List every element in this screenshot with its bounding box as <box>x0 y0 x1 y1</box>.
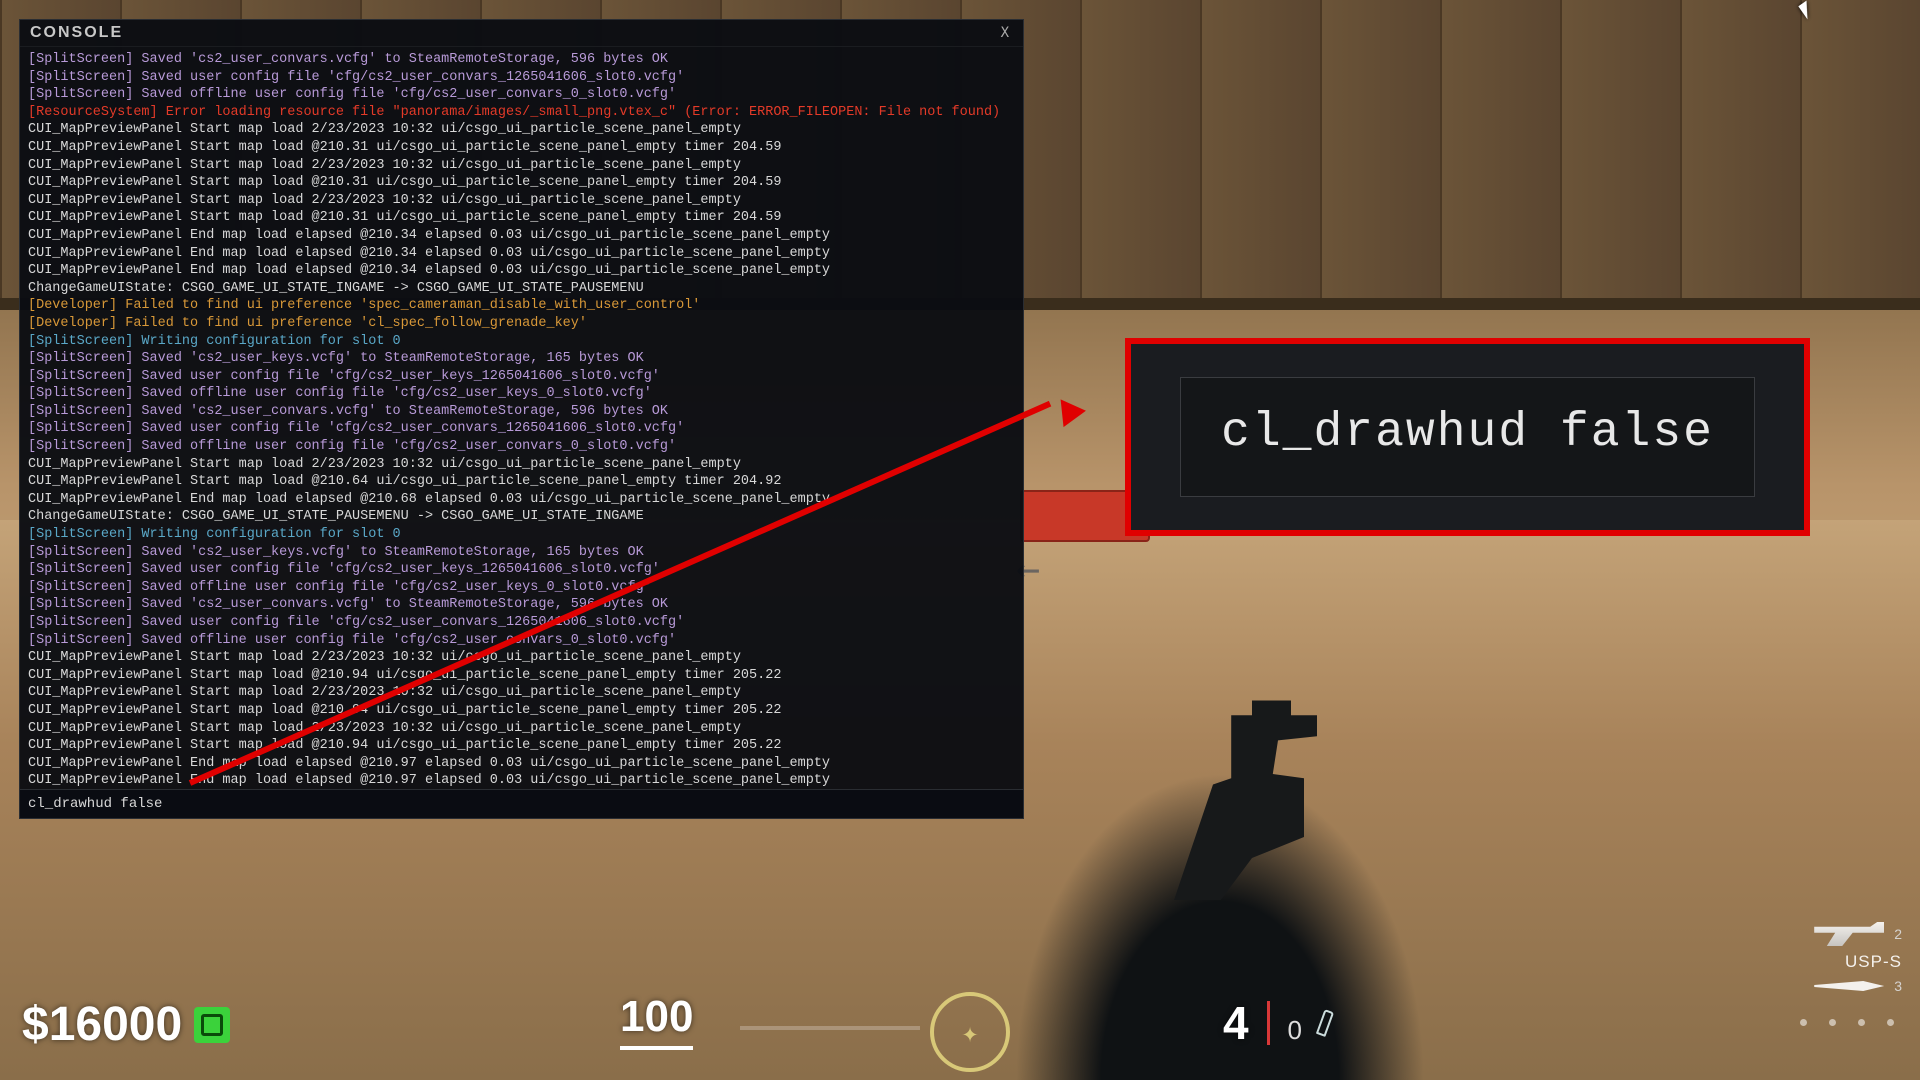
console-log-line: CUI_MapPreviewPanel End map load elapsed… <box>28 245 1015 263</box>
console-log-line: CUI_MapPreviewPanel End map load elapsed… <box>28 772 1015 789</box>
console-input-row <box>20 789 1023 818</box>
console-log-line: [SplitScreen] Saved 'cs2_user_convars.vc… <box>28 403 1015 421</box>
annotation-zoom-text: cl_drawhud false <box>1180 377 1755 497</box>
console-log-line: CUI_MapPreviewPanel End map load elapsed… <box>28 755 1015 773</box>
hud-team-emblem-icon: ✦ <box>930 992 1010 1072</box>
annotation-arrow-head-icon <box>1061 397 1088 427</box>
console-log-line: ChangeGameUIState: CSGO_GAME_UI_STATE_IN… <box>28 280 1015 298</box>
annotation-zoom-box: cl_drawhud false <box>1125 338 1810 536</box>
console-log-line: CUI_MapPreviewPanel Start map load 2/23/… <box>28 649 1015 667</box>
console-log-line: CUI_MapPreviewPanel Start map load @210.… <box>28 737 1015 755</box>
hud-health-value: 100 <box>620 992 693 1050</box>
hud-round-progress-dots <box>1800 1019 1894 1026</box>
console-log-line: [SplitScreen] Writing configuration for … <box>28 526 1015 544</box>
hud-ammo-reserve: 0 <box>1288 1015 1302 1046</box>
console-title: CONSOLE <box>30 24 123 42</box>
dot-icon <box>1858 1019 1865 1026</box>
console-log-line: CUI_MapPreviewPanel Start map load @210.… <box>28 667 1015 685</box>
console-log-line: CUI_MapPreviewPanel Start map load 2/23/… <box>28 456 1015 474</box>
weapon-name-row: USP-S <box>1742 952 1902 972</box>
console-log-line: CUI_MapPreviewPanel End map load elapsed… <box>28 491 1015 509</box>
console-command-input[interactable] <box>20 790 1023 818</box>
viewmodel-hands <box>980 720 1460 1080</box>
console-log-line: CUI_MapPreviewPanel Start map load 2/23/… <box>28 720 1015 738</box>
developer-console: CONSOLE X [SplitScreen] Saved 'cs2_user_… <box>19 19 1024 819</box>
dot-icon <box>1800 1019 1807 1026</box>
console-log-line: CUI_MapPreviewPanel Start map load @210.… <box>28 702 1015 720</box>
console-log-line: [Developer] Failed to find ui preference… <box>28 297 1015 315</box>
console-log-line: [SplitScreen] Saved 'cs2_user_keys.vcfg'… <box>28 350 1015 368</box>
console-log-output[interactable]: [SplitScreen] Saved 'cs2_user_convars.vc… <box>20 47 1023 789</box>
console-log-line: CUI_MapPreviewPanel Start map load 2/23/… <box>28 192 1015 210</box>
hud-weapon-list: 2 USP-S 3 <box>1742 922 1902 1000</box>
console-log-line: [SplitScreen] Saved user config file 'cf… <box>28 420 1015 438</box>
hud-money-value: $16000 <box>22 997 182 1052</box>
console-log-line: CUI_MapPreviewPanel Start map load 2/23/… <box>28 684 1015 702</box>
weapon-slot-pistol: 2 <box>1742 922 1902 946</box>
console-titlebar[interactable]: CONSOLE X <box>20 20 1023 47</box>
dot-icon <box>1887 1019 1894 1026</box>
hud-money: $16000 <box>22 997 230 1052</box>
console-log-line: [SplitScreen] Saved offline user config … <box>28 86 1015 104</box>
console-log-line: CUI_MapPreviewPanel Start map load @210.… <box>28 209 1015 227</box>
console-log-line: [SplitScreen] Saved user config file 'cf… <box>28 561 1015 579</box>
console-log-line: [SplitScreen] Saved user config file 'cf… <box>28 368 1015 386</box>
console-log-line: ChangeGameUIState: CSGO_GAME_UI_STATE_PA… <box>28 508 1015 526</box>
buy-menu-icon <box>194 1007 230 1043</box>
weapon-name-label: USP-S <box>1845 952 1902 972</box>
weapon-slot-number: 3 <box>1894 978 1902 994</box>
console-log-line: [SplitScreen] Writing configuration for … <box>28 333 1015 351</box>
console-log-line: [SplitScreen] Saved offline user config … <box>28 385 1015 403</box>
hud-ammo-divider <box>1267 1001 1270 1045</box>
console-log-line: [ResourceSystem] Error loading resource … <box>28 104 1015 122</box>
console-log-line: [SplitScreen] Saved 'cs2_user_convars.vc… <box>28 51 1015 69</box>
console-log-line: [SplitScreen] Saved 'cs2_user_convars.vc… <box>28 596 1015 614</box>
console-log-line: CUI_MapPreviewPanel Start map load @210.… <box>28 174 1015 192</box>
weapon-slot-knife: 3 <box>1742 978 1902 994</box>
console-log-line: CUI_MapPreviewPanel End map load elapsed… <box>28 262 1015 280</box>
hud-ammo-clip: 4 <box>1223 996 1249 1050</box>
hud-health-bar <box>740 1026 920 1030</box>
console-log-line: [SplitScreen] Saved user config file 'cf… <box>28 614 1015 632</box>
console-close-button[interactable]: X <box>997 25 1013 41</box>
console-log-line: CUI_MapPreviewPanel End map load elapsed… <box>28 227 1015 245</box>
console-log-line: CUI_MapPreviewPanel Start map load 2/23/… <box>28 121 1015 139</box>
console-log-line: CUI_MapPreviewPanel Start map load @210.… <box>28 139 1015 157</box>
console-log-line: [Developer] Failed to find ui preference… <box>28 315 1015 333</box>
console-log-line: [SplitScreen] Saved user config file 'cf… <box>28 69 1015 87</box>
console-log-line: [SplitScreen] Saved offline user config … <box>28 579 1015 597</box>
weapon-slot-number: 2 <box>1894 926 1902 942</box>
pistol-icon <box>1814 922 1884 946</box>
console-log-line: CUI_MapPreviewPanel Start map load 2/23/… <box>28 157 1015 175</box>
console-log-line: [SplitScreen] Saved offline user config … <box>28 438 1015 456</box>
console-log-line: [SplitScreen] Saved 'cs2_user_keys.vcfg'… <box>28 544 1015 562</box>
dot-icon <box>1829 1019 1836 1026</box>
hud-ammo: 4 0 <box>1223 996 1330 1050</box>
knife-icon <box>1814 981 1884 991</box>
